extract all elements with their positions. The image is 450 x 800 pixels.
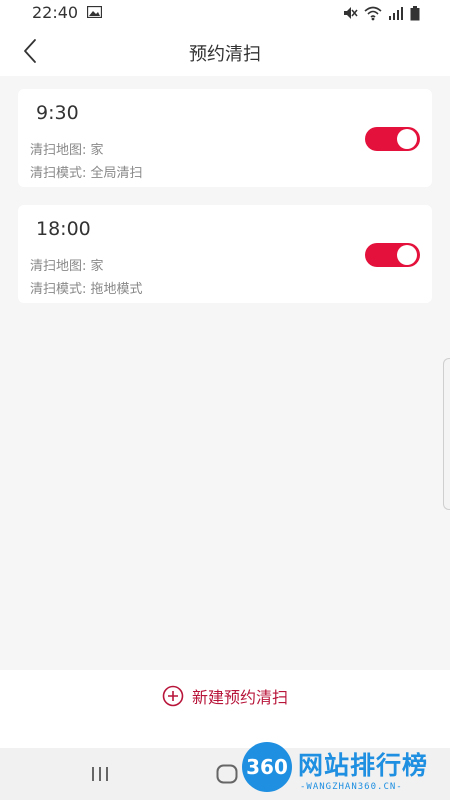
status-bar: 22:40 (0, 0, 450, 26)
schedule-card[interactable]: 9:30 清扫地图: 家 清扫模式: 全局清扫 (18, 89, 432, 187)
wifi-icon (364, 6, 382, 21)
signal-icon (389, 7, 403, 20)
recent-apps-icon[interactable] (90, 766, 110, 782)
page-title: 预约清扫 (189, 44, 261, 65)
schedule-toggle[interactable] (365, 127, 420, 151)
watermark-title: 网站排行榜 (298, 751, 429, 780)
schedule-map: 清扫地图: 家 (30, 143, 104, 158)
gallery-notification-icon (87, 6, 102, 18)
schedule-time: 18:00 (36, 218, 91, 240)
schedule-list: 9:30 清扫地图: 家 清扫模式: 全局清扫 18:00 清扫地图: 家 清扫… (0, 76, 450, 670)
edge-panel-handle[interactable] (443, 358, 450, 510)
status-time: 22:40 (32, 3, 79, 22)
battery-icon (410, 5, 420, 20)
bottom-action-bar: 新建预约清扫 (0, 670, 450, 748)
plus-circle-icon (162, 685, 184, 707)
schedule-mode: 清扫模式: 拖地模式 (30, 282, 143, 297)
app-header: 预约清扫 (0, 26, 450, 76)
watermark-subtitle: -WANGZHAN360.CN- (300, 782, 403, 792)
toggle-knob (397, 129, 417, 149)
schedule-toggle[interactable] (365, 243, 420, 267)
home-icon[interactable] (216, 764, 238, 784)
schedule-card[interactable]: 18:00 清扫地图: 家 清扫模式: 拖地模式 (18, 205, 432, 303)
mute-icon (344, 7, 358, 19)
schedule-time: 9:30 (36, 102, 79, 124)
schedule-map: 清扫地图: 家 (30, 259, 104, 274)
toggle-knob (397, 245, 417, 265)
watermark-logo: 360 网站排行榜 -WANGZHAN360.CN- (238, 740, 450, 800)
status-icons (342, 5, 420, 21)
watermark-badge: 360 (242, 742, 292, 792)
new-schedule-button[interactable]: 新建预约清扫 (0, 684, 450, 708)
schedule-mode: 清扫模式: 全局清扫 (30, 166, 143, 181)
new-schedule-label: 新建预约清扫 (191, 688, 288, 707)
